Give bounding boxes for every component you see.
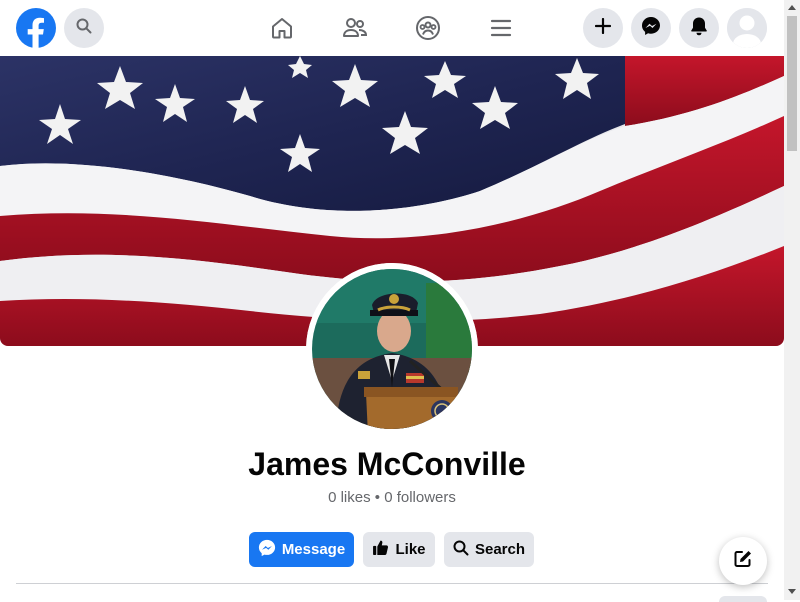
thumbs-up-icon	[372, 539, 389, 560]
menu-icon[interactable]	[487, 14, 515, 42]
scroll-thumb[interactable]	[787, 16, 797, 151]
profile-picture[interactable]	[306, 263, 478, 435]
like-button-label: Like	[395, 541, 426, 558]
plus-icon	[594, 17, 612, 39]
divider	[16, 583, 768, 584]
new-message-button[interactable]	[719, 537, 767, 585]
messenger-icon	[258, 539, 276, 561]
search-icon	[453, 540, 469, 560]
profile-stats: 0 likes • 0 followers	[328, 489, 456, 506]
profile-name: James McConville	[248, 446, 526, 482]
search-page-button[interactable]: Search	[444, 532, 534, 567]
top-navigation-bar	[0, 0, 784, 56]
messenger-button[interactable]	[631, 8, 671, 48]
messenger-icon	[641, 16, 661, 41]
home-icon[interactable]	[268, 14, 296, 42]
search-icon	[76, 18, 92, 39]
compose-icon	[733, 549, 753, 574]
groups-icon[interactable]	[414, 14, 442, 42]
friends-icon[interactable]	[341, 14, 369, 42]
scrollbar[interactable]	[784, 0, 800, 600]
notifications-button[interactable]	[679, 8, 719, 48]
create-button[interactable]	[583, 8, 623, 48]
scroll-down-arrow[interactable]	[788, 589, 796, 594]
avatar[interactable]	[727, 8, 767, 48]
message-button[interactable]: Message	[249, 532, 354, 567]
message-button-label: Message	[281, 541, 346, 558]
bell-icon	[689, 16, 709, 41]
search-button-label: Search	[474, 541, 526, 558]
facebook-logo-icon[interactable]	[16, 8, 56, 48]
like-button[interactable]: Like	[363, 532, 435, 567]
tab-peek	[719, 596, 767, 602]
search-button[interactable]	[64, 8, 104, 48]
scroll-up-arrow[interactable]	[788, 5, 796, 10]
